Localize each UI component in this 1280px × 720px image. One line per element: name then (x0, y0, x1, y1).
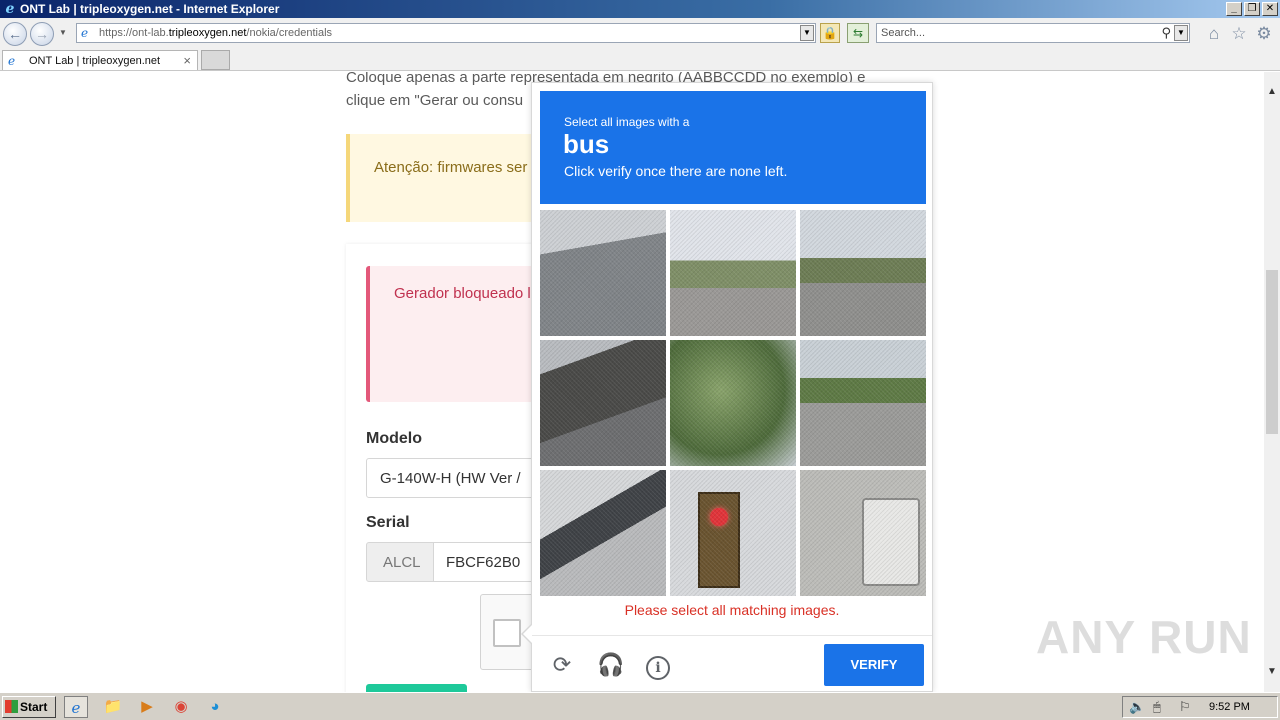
minimize-button[interactable]: _ (1226, 2, 1242, 16)
window-title: ONT Lab | tripleoxygen.net - Internet Ex… (20, 2, 280, 16)
serial-prefix-addon: ALCL (366, 542, 434, 582)
captcha-prompt-line2: Click verify once there are none left. (564, 163, 788, 179)
popup-pointer (521, 623, 533, 645)
tab-bar: e ONT Lab | tripleoxygen.net × (0, 48, 1280, 71)
lock-icon[interactable]: 🔒 (820, 23, 840, 43)
tab-favicon-icon: e (8, 54, 16, 68)
page-ie-icon: e (81, 26, 89, 40)
window-titlebar: e ONT Lab | tripleoxygen.net - Internet … (0, 0, 1280, 18)
compat-refresh-icon[interactable]: ⇆ (847, 23, 869, 43)
search-icon[interactable]: ⚲ (1161, 25, 1171, 41)
captcha-challenge-popup: Select all images with a bus Click verif… (521, 82, 933, 692)
arrow-left-icon: ← (8, 26, 22, 42)
serial-label: Serial (366, 514, 410, 531)
maximize-button[interactable]: ❐ (1244, 2, 1260, 16)
captcha-checkbox[interactable] (493, 619, 521, 647)
tab-label: ONT Lab | tripleoxygen.net (29, 55, 161, 67)
taskbar-edge-icon[interactable]: ◕ (203, 696, 227, 718)
captcha-tile-street-intersection[interactable] (670, 210, 796, 336)
captcha-tile-road-with-cars[interactable] (800, 340, 926, 466)
system-tray: 🔈 🖱 ⚐ 9:52 PM (1122, 696, 1278, 718)
action-center-flag-icon[interactable]: ⚐ (1179, 699, 1191, 715)
address-url[interactable]: https://ont-lab.tripleoxygen.net/nokia/c… (99, 27, 332, 39)
captcha-error-message: Please select all matching images. (624, 602, 840, 618)
address-bar[interactable]: e https://ont-lab.tripleoxygen.net/nokia… (76, 23, 816, 43)
home-icon[interactable]: ⌂ (1204, 24, 1224, 44)
clock: 9:52 PM (1209, 701, 1250, 713)
search-dropdown-icon[interactable]: ▼ (1174, 25, 1188, 41)
captcha-tile-bridge-structure[interactable] (540, 470, 666, 596)
scrollbar-thumb[interactable] (1266, 270, 1278, 434)
tab-ont-lab[interactable]: e ONT Lab | tripleoxygen.net × (2, 50, 198, 70)
verify-button[interactable]: VERIFY (824, 644, 924, 686)
captcha-image-grid (540, 210, 926, 596)
scroll-up-icon[interactable]: ▲ (1264, 84, 1280, 100)
favorites-star-icon[interactable]: ☆ (1229, 24, 1249, 44)
close-button[interactable]: ✕ (1262, 2, 1278, 16)
history-dropdown-icon[interactable]: ▼ (59, 28, 67, 37)
captcha-tile-bus-front[interactable] (800, 470, 926, 596)
windows-taskbar: Start e 📁 ▶ ◉ ◕ 🔈 🖱 ⚐ 9:52 PM (0, 692, 1280, 720)
captcha-target-word: bus (563, 129, 610, 159)
captcha-footer: ⟳ 🎧 i VERIFY (532, 635, 932, 691)
scroll-down-icon[interactable]: ▼ (1264, 664, 1280, 680)
search-input[interactable]: Search... ⚲ ▼ (876, 23, 1190, 43)
modelo-value: G-140W-H (HW Ver / (380, 470, 521, 487)
taskbar-ie-icon[interactable]: e (64, 696, 88, 718)
captcha-tile-traffic-light[interactable] (670, 470, 796, 596)
submit-button[interactable] (366, 684, 467, 692)
captcha-tile-road-with-bus[interactable] (800, 210, 926, 336)
forward-button[interactable]: → (30, 22, 54, 46)
navigation-bar: ← → ▼ e https://ont-lab.tripleoxygen.net… (0, 18, 1280, 48)
volume-icon[interactable]: 🔈 (1129, 699, 1145, 715)
captcha-tile-bus-window[interactable] (540, 340, 666, 466)
search-placeholder: Search... (881, 27, 926, 39)
ie-logo-icon: e (5, 1, 15, 17)
gear-icon[interactable]: ⚙ (1254, 24, 1274, 44)
windows-flag-icon (5, 700, 18, 713)
back-button[interactable]: ← (3, 22, 27, 46)
address-dropdown-icon[interactable]: ▼ (800, 25, 814, 41)
info-icon[interactable]: i (645, 652, 671, 680)
anyrun-watermark: ANY RUN (1036, 611, 1252, 663)
arrow-right-icon: → (35, 26, 49, 42)
captcha-tile-road-lane[interactable] (540, 210, 666, 336)
tab-close-icon[interactable]: × (183, 53, 191, 68)
captcha-prompt-line1: Select all images with a (564, 115, 690, 129)
captcha-prompt-header: Select all images with a bus Click verif… (540, 91, 926, 204)
network-icon[interactable]: 🖱 (1153, 699, 1161, 715)
taskbar-chrome-icon[interactable]: ◉ (169, 696, 193, 718)
headphones-icon[interactable]: 🎧 (597, 652, 624, 678)
new-tab-button[interactable] (201, 50, 230, 70)
page-scrollbar[interactable]: ▲ ▼ (1264, 72, 1280, 692)
captcha-tile-palm-trees[interactable] (670, 340, 796, 466)
serial-prefix-text: ALCL (383, 554, 421, 571)
taskbar-folder-icon[interactable]: 📁 (101, 696, 125, 718)
start-button[interactable]: Start (2, 696, 56, 718)
window-controls: _ ❐ ✕ (1226, 2, 1278, 16)
taskbar-media-player-icon[interactable]: ▶ (135, 696, 159, 718)
modelo-label: Modelo (366, 430, 422, 447)
refresh-icon[interactable]: ⟳ (549, 652, 575, 678)
serial-input-value: FBCF62B0 (446, 554, 521, 571)
